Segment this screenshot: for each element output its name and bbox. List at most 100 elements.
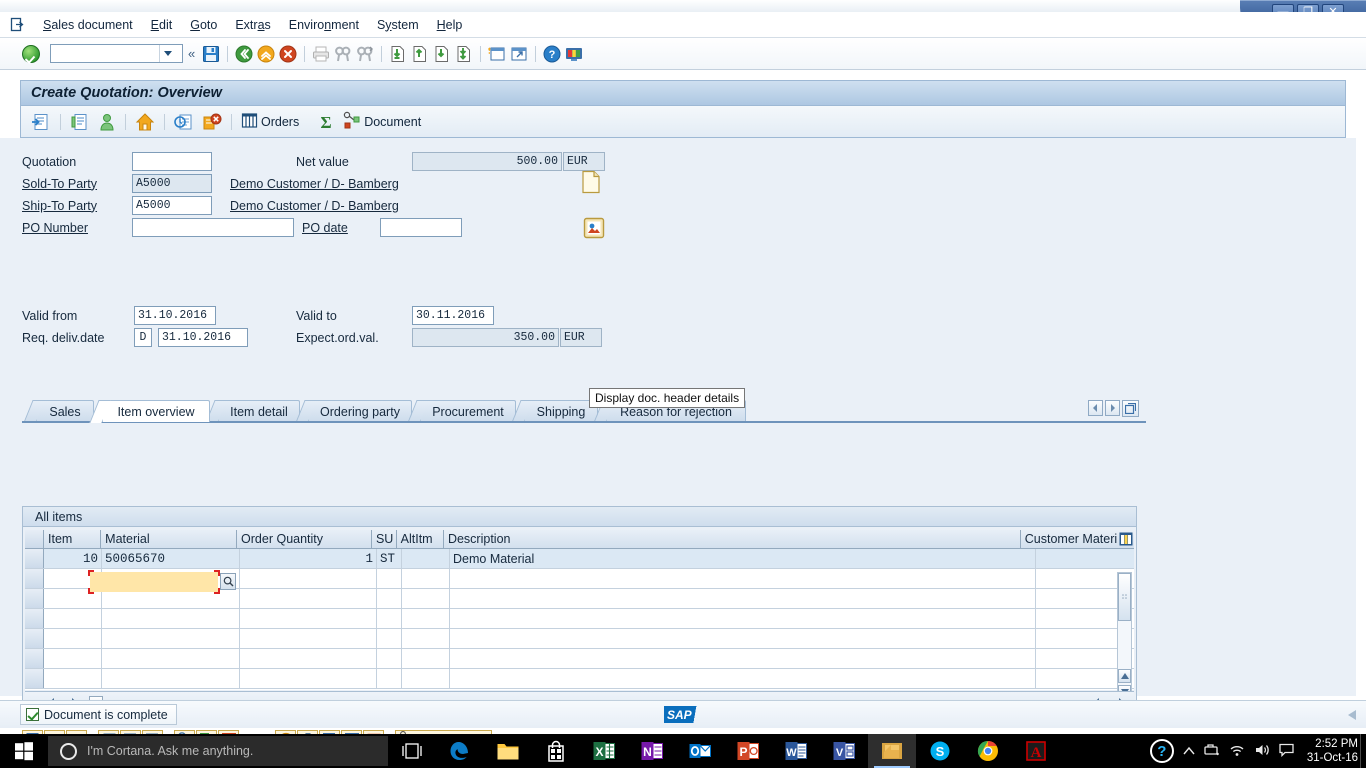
cell-su[interactable] xyxy=(377,569,402,588)
partner-address-button[interactable] xyxy=(582,216,606,240)
edge-icon[interactable] xyxy=(436,734,484,768)
tab-shipping[interactable]: Shipping xyxy=(511,400,598,423)
table-settings-icon[interactable] xyxy=(1117,530,1134,548)
cell-customer-material[interactable] xyxy=(1036,549,1134,568)
status-message[interactable]: Document is complete xyxy=(20,704,177,725)
tab-ordering-party[interactable]: Ordering party xyxy=(295,400,412,423)
command-field[interactable] xyxy=(50,44,183,63)
row-selector[interactable] xyxy=(25,649,44,668)
material-entry-cell[interactable] xyxy=(90,572,218,592)
toolbar-collapse-icon[interactable]: « xyxy=(183,46,200,61)
cell-altitm[interactable] xyxy=(402,589,450,608)
create-session-icon[interactable] xyxy=(486,43,508,65)
cell-su[interactable] xyxy=(377,629,402,648)
display-document-button[interactable] xyxy=(27,110,55,134)
cell-altitm[interactable] xyxy=(402,669,450,688)
file-explorer-icon[interactable] xyxy=(484,734,532,768)
find-icon[interactable] xyxy=(332,43,354,65)
document-flow-button[interactable]: Document xyxy=(339,110,425,134)
cell-description[interactable] xyxy=(450,629,1036,648)
cell-description[interactable] xyxy=(450,589,1036,608)
cell-order-quantity[interactable] xyxy=(240,609,377,628)
row-selector[interactable] xyxy=(25,629,44,648)
req-deliv-date-input[interactable] xyxy=(158,328,248,347)
tab-scroll-left-icon[interactable] xyxy=(1088,400,1103,416)
cell-item[interactable] xyxy=(44,629,102,648)
column-header-customer-material[interactable]: Customer Material xyxy=(1021,530,1118,548)
table-row[interactable] xyxy=(25,669,1134,689)
show-hidden-icons-chevron-icon[interactable] xyxy=(1183,744,1195,759)
removable-media-icon[interactable] xyxy=(1204,743,1220,760)
tab-sales[interactable]: Sales xyxy=(23,400,94,423)
ship-to-input[interactable] xyxy=(132,196,212,215)
volume-icon[interactable] xyxy=(1254,743,1270,760)
onenote-icon[interactable]: N xyxy=(628,734,676,768)
home-button[interactable] xyxy=(131,110,159,134)
cell-description[interactable] xyxy=(450,609,1036,628)
tab-scroll-right-icon[interactable] xyxy=(1105,400,1120,416)
cell-material[interactable] xyxy=(102,649,240,668)
cell-su[interactable] xyxy=(377,609,402,628)
cell-item[interactable] xyxy=(44,609,102,628)
cell-altitm[interactable] xyxy=(402,549,450,568)
menu-environment[interactable]: Environment xyxy=(280,16,368,34)
cell-su[interactable] xyxy=(377,589,402,608)
copy-document-button[interactable] xyxy=(66,110,94,134)
column-header-description[interactable]: Description xyxy=(444,530,1021,548)
table-row[interactable]: 10 50065670 1 ST Demo Material xyxy=(25,549,1134,569)
column-header-su[interactable]: SU xyxy=(372,530,397,548)
tab-list-icon[interactable] xyxy=(1122,400,1139,417)
row-selector[interactable] xyxy=(25,589,44,608)
cell-altitm[interactable] xyxy=(402,629,450,648)
partner-button[interactable] xyxy=(94,110,120,134)
next-page-icon[interactable] xyxy=(431,43,453,65)
search-help-icon[interactable] xyxy=(220,573,236,590)
table-row[interactable] xyxy=(25,629,1134,649)
doc-header-details-button[interactable] xyxy=(580,170,602,194)
table-row[interactable] xyxy=(25,649,1134,669)
sold-to-input[interactable] xyxy=(132,174,212,193)
cell-order-quantity[interactable] xyxy=(240,649,377,668)
excel-icon[interactable]: X xyxy=(580,734,628,768)
cell-altitm[interactable] xyxy=(402,569,450,588)
help-tray-icon[interactable]: ? xyxy=(1149,739,1174,763)
back-icon[interactable] xyxy=(233,43,255,65)
req-deliv-date-type-input[interactable] xyxy=(134,328,152,347)
cell-material[interactable] xyxy=(102,609,240,628)
chrome-icon[interactable] xyxy=(964,734,1012,768)
menu-sales-document[interactable]: Sales document xyxy=(34,16,142,34)
menu-goto[interactable]: Goto xyxy=(181,16,226,34)
row-selector[interactable] xyxy=(25,609,44,628)
column-header-order-quantity[interactable]: Order Quantity xyxy=(237,530,372,548)
system-menu-icon[interactable] xyxy=(0,12,34,38)
column-header-material[interactable]: Material xyxy=(101,530,238,548)
last-page-icon[interactable] xyxy=(453,43,475,65)
cell-item[interactable] xyxy=(44,649,102,668)
scroll-up-button[interactable] xyxy=(1118,669,1131,683)
windows-start-icon[interactable] xyxy=(0,734,48,768)
cell-order-quantity[interactable] xyxy=(240,629,377,648)
window-resize-grip[interactable] xyxy=(1346,709,1358,724)
cell-order-quantity[interactable] xyxy=(240,569,377,588)
valid-from-input[interactable] xyxy=(134,306,216,325)
cell-order-quantity[interactable] xyxy=(240,589,377,608)
save-icon[interactable] xyxy=(200,43,222,65)
skype-icon[interactable]: S xyxy=(916,734,964,768)
tab-item-detail[interactable]: Item detail xyxy=(205,400,300,423)
valid-to-input[interactable] xyxy=(412,306,494,325)
adobe-reader-icon[interactable]: A xyxy=(1012,734,1060,768)
first-page-icon[interactable] xyxy=(387,43,409,65)
row-selector[interactable] xyxy=(25,549,44,568)
sum-button[interactable]: Σ xyxy=(313,110,339,134)
quotation-input[interactable] xyxy=(132,152,212,171)
tab-item-overview[interactable]: Item overview xyxy=(89,400,210,423)
task-view-icon[interactable] xyxy=(388,734,436,768)
cell-su[interactable]: ST xyxy=(377,549,402,568)
cell-order-quantity[interactable]: 1 xyxy=(240,549,377,568)
table-row[interactable] xyxy=(25,609,1134,629)
sap-logon-icon[interactable] xyxy=(868,734,916,768)
po-number-input[interactable] xyxy=(132,218,294,237)
cell-material[interactable]: 50065670 xyxy=(102,549,240,568)
cell-item[interactable]: 10 xyxy=(44,549,102,568)
cell-altitm[interactable] xyxy=(402,649,450,668)
